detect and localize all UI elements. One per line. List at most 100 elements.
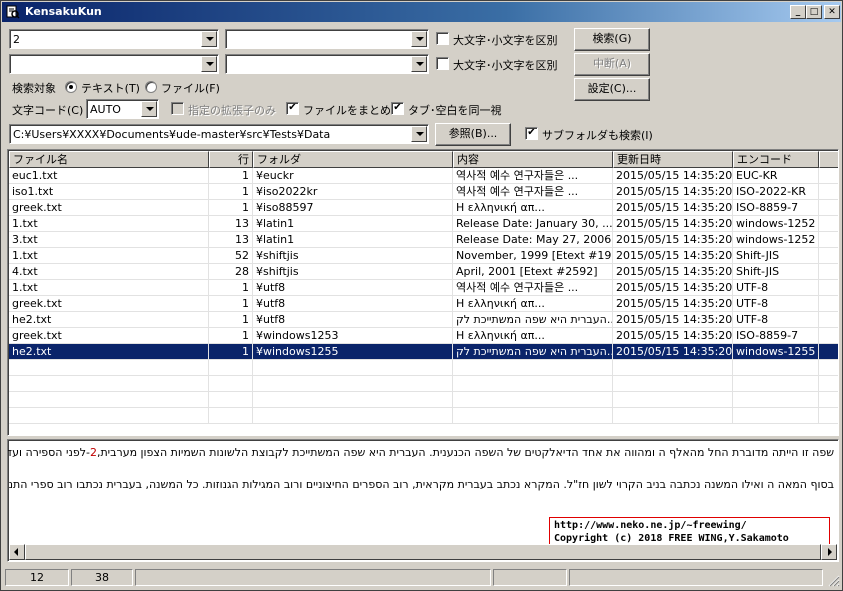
- target-text-radio[interactable]: [65, 81, 77, 93]
- column-header-encoding[interactable]: エンコード: [733, 151, 819, 168]
- case-sensitive-1-checkbox[interactable]: [436, 32, 449, 45]
- cell-line: 13: [209, 216, 253, 232]
- cell-folder: ¥shiftjis: [253, 264, 453, 280]
- cell-encoding: ISO-2022-KR: [733, 184, 819, 200]
- column-header-line[interactable]: 行: [209, 151, 253, 168]
- replace-1-combo[interactable]: [225, 29, 429, 49]
- maximize-button[interactable]: □: [806, 5, 822, 19]
- chevron-down-icon[interactable]: [411, 56, 427, 72]
- cell-folder: ¥shiftjis: [253, 248, 453, 264]
- preview-horizontal-scrollbar[interactable]: [9, 544, 837, 560]
- empty-cell: [253, 376, 453, 392]
- chevron-down-icon[interactable]: [411, 31, 427, 47]
- credit-box: http://www.neko.ne.jp/~freewing/ Copyrig…: [549, 517, 830, 546]
- search-pattern-1-combo[interactable]: 2: [9, 29, 219, 49]
- cell-filename: 3.txt: [9, 232, 209, 248]
- cell-filename: 1.txt: [9, 216, 209, 232]
- table-row[interactable]: 1.txt 52 ¥shiftjis November, 1999 [Etext #1…: [9, 248, 838, 264]
- table-row[interactable]: iso1.txt 1 ¥iso2022kr 역사적 예수 연구자들은 ... 2015/…: [9, 184, 838, 200]
- column-header-filename[interactable]: ファイル名: [9, 151, 209, 168]
- empty-cell: [209, 392, 253, 408]
- cell-content: Η ελληνική απ...: [453, 296, 613, 312]
- replace-2-combo[interactable]: [225, 54, 429, 74]
- resize-grip-icon[interactable]: [828, 575, 840, 587]
- scroll-left-arrow-icon[interactable]: [9, 544, 25, 560]
- search-button[interactable]: 検索(G): [574, 28, 650, 51]
- empty-row: [9, 392, 838, 408]
- column-header-date[interactable]: 更新日時: [613, 151, 733, 168]
- cell-line: 13: [209, 232, 253, 248]
- table-row[interactable]: greek.txt 1 ¥iso88597 Η ελληνική απ... 2015/…: [9, 200, 838, 216]
- column-header-content[interactable]: 内容: [453, 151, 613, 168]
- table-row[interactable]: 3.txt 13 ¥latin1 Release Date: May 27, 2006…: [9, 232, 838, 248]
- table-row[interactable]: 1.txt 13 ¥latin1 Release Date: January 30, …: [9, 216, 838, 232]
- subfolders-checkbox[interactable]: ✔: [525, 127, 538, 140]
- cell-content: העברית היא שפה המשתייכת לק...: [453, 312, 613, 328]
- empty-cell: [613, 376, 733, 392]
- preview-text-area[interactable]: שפה זו הייתה מדוברת החל מהאלף ה ומהווה א…: [7, 439, 839, 562]
- cell-content: 역사적 예수 연구자들은 ...: [453, 168, 613, 184]
- empty-cell: [209, 408, 253, 424]
- cell-encoding: UTF-8: [733, 312, 819, 328]
- credit-url[interactable]: http://www.neko.ne.jp/~freewing/: [554, 519, 825, 532]
- cell-line: 1: [209, 168, 253, 184]
- scrollbar-thumb[interactable]: [25, 544, 821, 560]
- encoding-value: AUTO: [90, 103, 121, 116]
- target-file-radio[interactable]: [145, 81, 157, 93]
- case-sensitive-2-label: 大文字･小文字を区別: [453, 59, 558, 72]
- target-text-label[interactable]: テキスト(T): [81, 80, 140, 96]
- folder-path-combo[interactable]: C:¥Users¥XXXX¥Documents¥ude-master¥src¥T…: [9, 124, 429, 144]
- cell-content: Η ελληνική απ...: [453, 200, 613, 216]
- tab-space-checkbox[interactable]: ✔: [391, 102, 404, 115]
- cell-folder: ¥latin1: [253, 216, 453, 232]
- title-bar[interactable]: KensakuKun _ □ ✕: [2, 2, 841, 22]
- results-rows: euc1.txt 1 ¥euckr 역사적 예수 연구자들은 ... 2015/05/1…: [9, 168, 838, 424]
- cell-encoding: EUC-KR: [733, 168, 819, 184]
- cell-date: 2015/05/15 14:35:20: [613, 168, 733, 184]
- preview-line-1: שפה זו הייתה מדוברת החל מהאלף ה ומהווה א…: [8, 446, 834, 459]
- chevron-down-icon[interactable]: [141, 101, 157, 117]
- table-row[interactable]: greek.txt 1 ¥windows1253 Η ελληνική απ... 20…: [9, 328, 838, 344]
- table-row[interactable]: greek.txt 1 ¥utf8 Η ελληνική απ... 2015/05/1…: [9, 296, 838, 312]
- chevron-down-icon[interactable]: [411, 126, 427, 142]
- minimize-button[interactable]: _: [790, 5, 806, 19]
- table-row[interactable]: 4.txt 28 ¥shiftjis April, 2001 [Etext #2592…: [9, 264, 838, 280]
- cell-folder: ¥windows1255: [253, 344, 453, 360]
- table-row[interactable]: euc1.txt 1 ¥euckr 역사적 예수 연구자들은 ... 2015/05/1…: [9, 168, 838, 184]
- empty-cell: [733, 376, 819, 392]
- cell-date: 2015/05/15 14:35:20: [613, 248, 733, 264]
- table-row[interactable]: he2.txt 1 ¥utf8 העברית היא שפה המשתייכת לק.…: [9, 312, 838, 328]
- cell-encoding: windows-1252: [733, 216, 819, 232]
- cell-filename: 1.txt: [9, 280, 209, 296]
- chevron-down-icon[interactable]: [201, 31, 217, 47]
- results-list[interactable]: ファイル名 行 フォルダ 内容 更新日時 エンコード euc1.txt 1 ¥euc…: [7, 149, 839, 436]
- table-row[interactable]: he2.txt 1 ¥windows1255 העברית היא שפה המשתי…: [9, 344, 838, 360]
- cell-filename: 1.txt: [9, 248, 209, 264]
- stop-button[interactable]: 中断(A): [574, 53, 650, 76]
- status-bar: 12 38: [1, 567, 842, 590]
- cell-content: 역사적 예수 연구자들은 ...: [453, 280, 613, 296]
- search-pattern-2-combo[interactable]: [9, 54, 219, 74]
- group-files-checkbox[interactable]: ✔: [286, 102, 299, 115]
- status-line: 12: [5, 569, 69, 586]
- group-files-label: ファイルをまとめる: [303, 104, 402, 117]
- browse-button[interactable]: 参照(B)...: [435, 123, 511, 146]
- table-row[interactable]: 1.txt 1 ¥utf8 역사적 예수 연구자들은 ... 2015/05/15 14…: [9, 280, 838, 296]
- chevron-down-icon[interactable]: [201, 56, 217, 72]
- case-sensitive-2-checkbox[interactable]: [436, 57, 449, 70]
- column-header-folder[interactable]: フォルダ: [253, 151, 453, 168]
- cell-folder: ¥windows1253: [253, 328, 453, 344]
- empty-cell: [613, 408, 733, 424]
- encoding-combo[interactable]: AUTO: [86, 99, 159, 119]
- close-button[interactable]: ✕: [824, 5, 840, 19]
- scroll-right-arrow-icon[interactable]: [821, 544, 837, 560]
- cell-encoding: Shift-JIS: [733, 248, 819, 264]
- cell-folder: ¥utf8: [253, 280, 453, 296]
- cell-filename: greek.txt: [9, 296, 209, 312]
- settings-button[interactable]: 設定(C)...: [574, 78, 650, 101]
- cell-date: 2015/05/15 14:35:20: [613, 264, 733, 280]
- extension-only-checkbox[interactable]: [171, 102, 184, 115]
- cell-date: 2015/05/15 14:35:20: [613, 344, 733, 360]
- target-file-label[interactable]: ファイル(F): [161, 80, 220, 96]
- case-sensitive-1-label: 大文字･小文字を区別: [453, 34, 558, 47]
